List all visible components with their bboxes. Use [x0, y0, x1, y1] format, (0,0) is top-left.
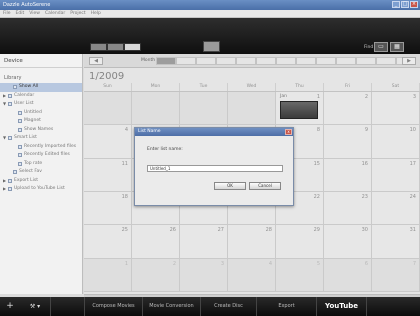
view-mode-week[interactable]	[107, 43, 124, 51]
create-disc-button[interactable]: Create Disc	[200, 297, 256, 316]
movie-conversion-button[interactable]: Movie Conversion	[142, 297, 200, 316]
sidebar-item[interactable]: ▶ Export List	[0, 177, 82, 186]
sidebar-item-label: Recently Edited files	[24, 152, 70, 157]
list-icon	[8, 178, 12, 183]
library-heading: Library	[4, 75, 22, 81]
sidebar-item-label: Select Fav	[19, 169, 42, 174]
top-toolbar: Find ▭ ▦	[0, 18, 420, 54]
library-tree: Show All ▶ Calendar ▼ User List Untitled Magne…	[0, 83, 82, 194]
find-label: Find	[364, 45, 374, 50]
menu-edit[interactable]: Edit	[16, 10, 25, 17]
sidebar-item-label: Show Names	[24, 126, 54, 132]
dialog-buttons: OK Cancel	[214, 182, 281, 190]
device-icon-button[interactable]	[203, 41, 220, 52]
list-icon	[18, 110, 22, 115]
sidebar-item-label: Recently Imported files	[24, 143, 77, 149]
list-icon	[18, 127, 22, 132]
sidebar-item-label: Show All	[19, 84, 39, 89]
list-icon	[18, 119, 22, 124]
sidebar-item-label: Calendar	[14, 92, 35, 98]
sidebar-item[interactable]: Show Names	[0, 126, 82, 135]
dialog-close-button[interactable]: x	[285, 129, 292, 135]
compose-movies-button[interactable]: Compose Movies	[84, 297, 142, 316]
menu-file[interactable]: File	[3, 10, 11, 17]
cancel-button[interactable]: Cancel	[249, 182, 281, 190]
youtube-button[interactable]: YouTube	[316, 297, 366, 316]
display-buttons: ▭ ▦	[374, 42, 404, 52]
sidebar-item-label: Export List	[14, 177, 39, 183]
list-icon	[18, 153, 22, 158]
dialog-prompt: Enter list name:	[147, 147, 183, 152]
list-icon	[18, 161, 22, 166]
sidebar-item[interactable]: ▼ Smart List	[0, 134, 82, 143]
export-button[interactable]: Export	[256, 297, 316, 316]
sidebar-item[interactable]: Select Fav	[0, 168, 82, 177]
list-icon	[13, 170, 17, 175]
menu-calendar[interactable]: Calendar	[45, 10, 65, 17]
sidebar-item[interactable]: Show All	[0, 83, 82, 92]
sidebar-item[interactable]: ▶ Calendar	[0, 92, 82, 101]
sidebar-item-label: Smart List	[14, 135, 37, 140]
tools-icon[interactable]: ⚒ ▾	[20, 297, 50, 316]
list-icon	[8, 136, 12, 141]
sidebar-item[interactable]: Recently Edited files	[0, 151, 82, 160]
sidebar-item-label: Top rate	[24, 160, 43, 166]
sidebar-item-label: Upload to YouTube List	[14, 186, 65, 191]
bottom-toolbar: + ⚒ ▾ Compose Movies Movie Conversion Cr…	[0, 297, 420, 316]
close-button[interactable]: ×	[410, 1, 418, 8]
sidebar-item-label: Magnet	[24, 118, 41, 123]
sidebar-item[interactable]: Untitled	[0, 109, 82, 118]
list-icon	[8, 93, 12, 98]
list-name-dialog: List Name x Enter list name: OK Cancel	[134, 127, 294, 206]
menu-help[interactable]: Help	[91, 10, 101, 17]
minimize-button[interactable]: _	[392, 1, 400, 8]
view-mode-selector	[90, 43, 141, 51]
sidebar-item-label: Untitled	[24, 109, 42, 115]
sidebar-item[interactable]: ▼ User List	[0, 100, 82, 109]
sidebar-item[interactable]: ▶ Upload to YouTube List	[0, 185, 82, 194]
list-icon	[18, 144, 22, 149]
list-icon	[13, 85, 17, 90]
device-header: Device	[0, 54, 82, 68]
sidebar-item[interactable]: Top rate	[0, 160, 82, 169]
menu-view[interactable]: View	[29, 10, 40, 17]
sidebar-item[interactable]: Magnet	[0, 117, 82, 126]
sidebar-item[interactable]: Recently Imported files	[0, 143, 82, 152]
view-mode-month[interactable]	[124, 43, 141, 51]
sidebar: Device Library Show All ▶ Calendar ▼ User Li…	[0, 54, 83, 294]
toolbar-spacer	[50, 297, 84, 316]
title-bar: Dazzle AutoSerene _ □ ×	[0, 0, 420, 10]
single-view-icon[interactable]: ▭	[374, 42, 388, 52]
view-mode-day[interactable]	[90, 43, 107, 51]
calendar-panel: ◀ Month ▶ 1/2009 Sun Mon Tue Wed Thu Fri Sat 1…	[84, 54, 420, 294]
toolbar-end	[366, 297, 390, 316]
sidebar-item-label: User List	[14, 101, 34, 106]
list-icon	[8, 187, 12, 192]
window-controls: _ □ ×	[392, 1, 418, 8]
menu-bar: File Edit View Calendar Project Help	[0, 10, 420, 18]
menu-project[interactable]: Project	[70, 10, 85, 17]
ok-button[interactable]: OK	[214, 182, 246, 190]
dialog-title-bar[interactable]: List Name x	[135, 128, 293, 136]
window-title: Dazzle AutoSerene	[3, 2, 51, 8]
grid-view-icon[interactable]: ▦	[390, 42, 404, 52]
maximize-button[interactable]: □	[401, 1, 409, 8]
add-icon[interactable]: +	[0, 297, 20, 316]
list-icon	[8, 102, 12, 107]
list-name-input[interactable]	[147, 165, 283, 172]
dialog-title: List Name	[138, 129, 161, 134]
